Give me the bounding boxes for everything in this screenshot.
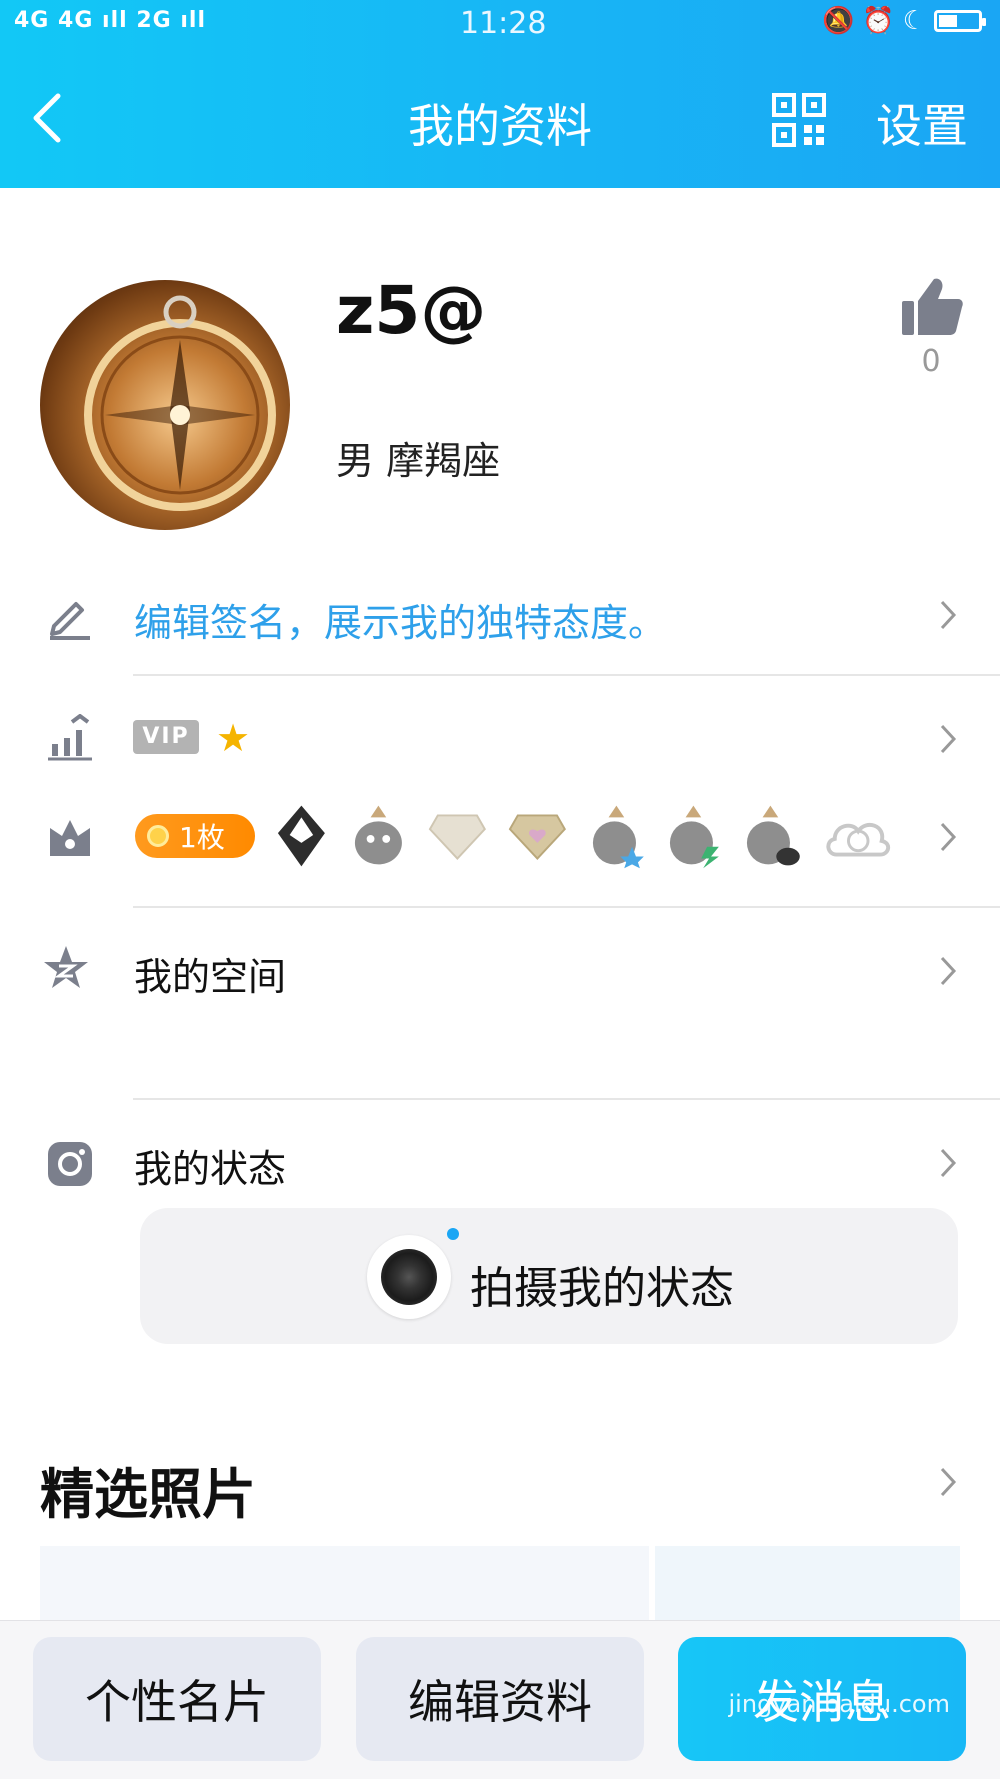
status-icons: 🔕 ⏰ ☾ (821, 6, 986, 36)
avatar[interactable] (40, 280, 290, 530)
my-space-link[interactable]: 我的空间 (134, 946, 286, 1001)
penguin-badge-icon (746, 805, 800, 866)
badge-list[interactable] (274, 800, 892, 872)
heart-diamond-badge-icon (509, 814, 567, 860)
photos-section-title[interactable]: 精选照片 (40, 1450, 256, 1529)
notification-dot (447, 1228, 459, 1240)
settings-link[interactable]: 设置 (876, 90, 968, 156)
nickname: z5@ (336, 272, 487, 349)
level-up-icon (48, 714, 92, 761)
mute-bell-icon: 🔕 (821, 6, 855, 36)
my-status-link[interactable]: 我的状态 (134, 1138, 286, 1193)
divider (133, 674, 1000, 676)
like-count: 0 (921, 344, 941, 379)
battery-icon (934, 10, 986, 32)
camera-lens-icon (381, 1249, 437, 1305)
camera-instagram-icon (48, 1142, 92, 1186)
medal-icon (147, 825, 169, 847)
divider (133, 906, 1000, 908)
penguin-star-badge-icon (593, 805, 644, 869)
profile-card-button[interactable]: 个性名片 (33, 1637, 321, 1761)
watermark: jingyan.baidu.com (728, 1690, 950, 1718)
diamond-badge-icon (428, 814, 486, 860)
chevron-right-icon[interactable] (938, 820, 958, 854)
pencil-icon (50, 602, 90, 640)
chevron-right-icon[interactable] (938, 598, 958, 632)
qzone-star-icon (44, 946, 88, 988)
divider (133, 1098, 1000, 1100)
chevron-right-icon[interactable] (938, 954, 958, 988)
qr-code-icon[interactable] (772, 93, 826, 147)
network-status: 4G 4G ıll 2G ıll (14, 8, 206, 33)
chevron-right-icon[interactable] (938, 1465, 958, 1499)
medal-count: 1枚 (179, 821, 225, 854)
edit-profile-button[interactable]: 编辑资料 (356, 1637, 644, 1761)
medal-count-badge[interactable]: 1枚 (135, 814, 255, 858)
chevron-right-icon[interactable] (938, 1146, 958, 1180)
chevron-right-icon[interactable] (938, 722, 958, 756)
penguin-crown-badge-icon (354, 805, 402, 865)
compass-image (84, 295, 276, 511)
vip-badge: VIP (133, 720, 199, 754)
thumbs-up-icon[interactable] (900, 275, 964, 339)
capture-status-label[interactable]: 拍摄我的状态 (470, 1252, 734, 1316)
moon-icon: ☾ (902, 6, 926, 36)
star-icon: ★ (216, 716, 251, 760)
alarm-icon: ⏰ (862, 6, 895, 36)
gender-zodiac: 男 摩羯座 (336, 439, 501, 483)
page-title: 我的资料 (408, 99, 592, 153)
crown-box-icon (50, 820, 90, 856)
status-time: 11:28 (460, 6, 547, 41)
cloud-v-badge-icon (826, 822, 891, 857)
penguin-bolt-badge-icon (669, 805, 719, 869)
signature-edit[interactable]: 编辑签名，展示我的独特态度。 (134, 592, 666, 647)
dark-crystal-badge-icon (277, 805, 325, 867)
